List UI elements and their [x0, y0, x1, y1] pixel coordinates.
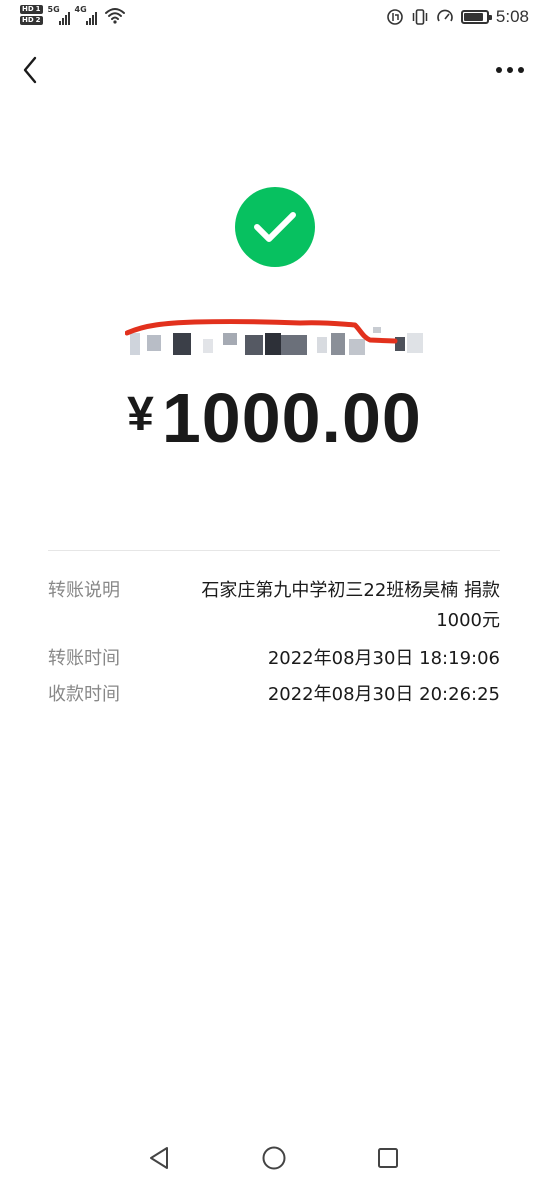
- more-dots-icon[interactable]: [493, 52, 527, 88]
- signal-4g-icon: 4G: [75, 5, 97, 25]
- status-left: HD 1 HD 2 5G 4G: [20, 5, 126, 25]
- detail-value: 2022年08月30日 20:26:25: [267, 684, 500, 705]
- status-bar: HD 1 HD 2 5G 4G 5:08: [0, 0, 549, 36]
- triangle-back-icon[interactable]: [141, 1140, 177, 1176]
- signal-5g-icon: 5G: [48, 5, 70, 25]
- detail-row-receive-time: 收款时间 2022年08月30日 20:26:25: [48, 680, 500, 710]
- detail-value: 2022年08月30日 18:19:06: [267, 648, 500, 669]
- detail-value: 石家庄第九中学初三22班杨昊楠 捐款1000元: [201, 580, 500, 631]
- top-nav: [0, 50, 549, 94]
- currency-symbol: ¥: [127, 388, 154, 441]
- red-scribble-mark: [125, 319, 398, 344]
- speed-icon: [437, 9, 453, 22]
- wifi-icon: [104, 8, 125, 24]
- hd-icon: HD 1: [20, 5, 43, 14]
- detail-row-transfer-time: 转账时间 2022年08月30日 18:19:06: [48, 644, 500, 674]
- payee-name-redacted: [125, 315, 430, 360]
- sim-badges: HD 1 HD 2: [20, 5, 43, 25]
- detail-label: 转账说明: [48, 580, 120, 601]
- system-nav-bar: [0, 1130, 549, 1187]
- battery-icon: [460, 10, 492, 24]
- square-recents-icon[interactable]: [370, 1140, 406, 1176]
- amount-value: 1000.00: [161, 379, 422, 457]
- transfer-amount: ¥1000.00: [0, 378, 549, 458]
- status-right: 5:08: [386, 7, 529, 27]
- divider: [48, 550, 500, 551]
- check-circle-icon: [235, 187, 315, 267]
- detail-label: 收款时间: [48, 684, 120, 705]
- data-saver-icon: [387, 9, 403, 25]
- chevron-left-icon[interactable]: [14, 52, 46, 88]
- hd-icon: HD 2: [20, 16, 43, 25]
- vibrate-icon: [412, 9, 428, 25]
- detail-row-note: 转账说明 石家庄第九中学初三22班杨昊楠 捐款1000元: [48, 576, 500, 636]
- detail-label: 转账时间: [48, 648, 120, 669]
- circle-home-icon[interactable]: [256, 1140, 292, 1176]
- clock: 5:08: [495, 7, 529, 26]
